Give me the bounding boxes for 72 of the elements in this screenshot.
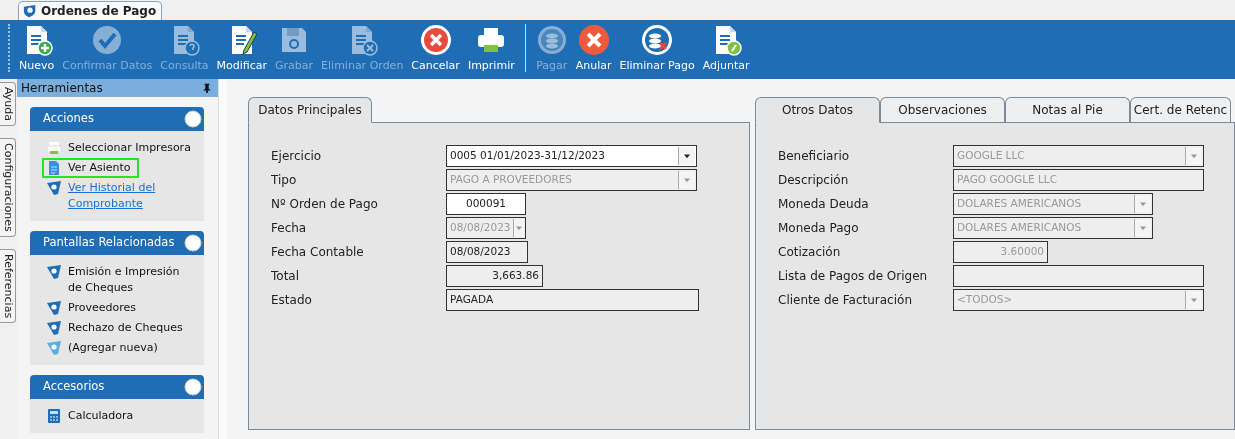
cancel-icon — [419, 24, 452, 56]
shield-icon — [46, 340, 62, 356]
field-label: Beneficiario — [778, 148, 851, 165]
sidebar-item[interactable]: (Agregar nueva) — [42, 338, 198, 358]
sidebar-item[interactable]: Ver Asiento — [42, 158, 139, 178]
caret-icon — [1139, 201, 1147, 207]
input-field[interactable]: PAGADA — [446, 289, 699, 311]
checkmark-icon — [91, 24, 124, 56]
toolbar-button[interactable]: Nuevo — [16, 24, 58, 72]
panel-tab[interactable]: Notas al Pie — [1005, 97, 1130, 122]
caret-icon — [1190, 153, 1198, 159]
collapse-icon — [184, 378, 202, 396]
toolbar-button[interactable]: Adjuntar — [699, 24, 753, 72]
field-label: Cliente de Facturación — [778, 292, 913, 309]
field-label: Total — [271, 268, 301, 285]
section-title: Acciones — [43, 110, 94, 128]
shield-icon — [46, 264, 62, 280]
caret-icon — [683, 177, 691, 183]
caret-icon — [1190, 297, 1198, 303]
toolbar-button[interactable]: Anular — [572, 24, 615, 72]
shield-icon — [46, 180, 62, 196]
field-label: Cotización — [778, 244, 842, 261]
caret-icon — [514, 225, 523, 231]
field-label: Ejercicio — [271, 148, 323, 165]
toolbar-button[interactable]: Cancelar — [408, 24, 463, 72]
printer-icon — [46, 140, 62, 156]
field-label: Descripción — [778, 172, 850, 189]
field-label: Moneda Pago — [778, 220, 860, 237]
field-label: Moneda Deuda — [778, 196, 870, 213]
sidebar-item[interactable]: Seleccionar Impresora — [42, 138, 198, 158]
input-field[interactable]: 08/08/2023 — [446, 241, 528, 263]
collapse-icon — [184, 234, 202, 252]
sidebar-item[interactable]: Proveedores — [42, 298, 198, 318]
field-label: Lista de Pagos de Origen — [778, 268, 929, 285]
collapse-icon — [184, 110, 202, 128]
toolbar-button[interactable]: Eliminar Pago — [616, 24, 698, 72]
input-field[interactable] — [953, 265, 1204, 287]
document-tab[interactable]: Ordenes de Pago — [18, 1, 163, 20]
document-icon — [46, 160, 62, 176]
calculator-icon — [46, 408, 62, 424]
side-tab[interactable]: Referencias — [0, 248, 16, 323]
section-title: Pantallas Relacionadas — [43, 234, 175, 252]
side-tab[interactable]: Ayuda — [0, 82, 16, 126]
field-label: Fecha — [271, 220, 308, 237]
field-label: Fecha Contable — [271, 244, 365, 261]
dropdown-field[interactable]: 0005 01/01/2023-31/12/2023 — [446, 145, 697, 167]
input-field[interactable]: 3,663.86 — [446, 265, 543, 287]
toolbar-button[interactable]: Imprimir — [464, 24, 518, 72]
pin-icon — [202, 83, 212, 93]
caret-icon — [683, 153, 691, 159]
sidebar-item[interactable]: Rechazo de Cheques — [42, 318, 198, 338]
coins-icon — [535, 24, 568, 56]
shield-icon — [23, 4, 37, 18]
panel-title: Herramientas — [21, 80, 103, 97]
coins-x-icon — [641, 24, 674, 56]
field-label: Tipo — [271, 172, 298, 189]
shield-icon — [46, 300, 62, 316]
field-label: Estado — [271, 292, 313, 309]
section-title: Accesorios — [43, 378, 105, 396]
field-label: Nº Orden de Pago — [271, 196, 379, 213]
side-tab[interactable]: Configuraciones — [0, 138, 16, 237]
panel-tab[interactable]: Observaciones — [880, 97, 1005, 122]
sidebar-item[interactable]: Emisión e Impresión de Cheques — [42, 262, 198, 298]
panel-tab[interactable]: Datos Principales — [248, 97, 372, 123]
close-icon — [577, 24, 610, 56]
toolbar-button[interactable]: Modificar — [213, 24, 271, 72]
input-field[interactable]: 000091 — [446, 193, 526, 215]
caret-icon — [1139, 225, 1147, 231]
panel-tab[interactable]: Cert. de Retenc — [1130, 97, 1231, 122]
shield-icon — [46, 320, 62, 336]
history-link[interactable]: Ver Historial del Comprobante — [42, 178, 198, 214]
panel-tab[interactable]: Otros Datos — [755, 97, 880, 123]
